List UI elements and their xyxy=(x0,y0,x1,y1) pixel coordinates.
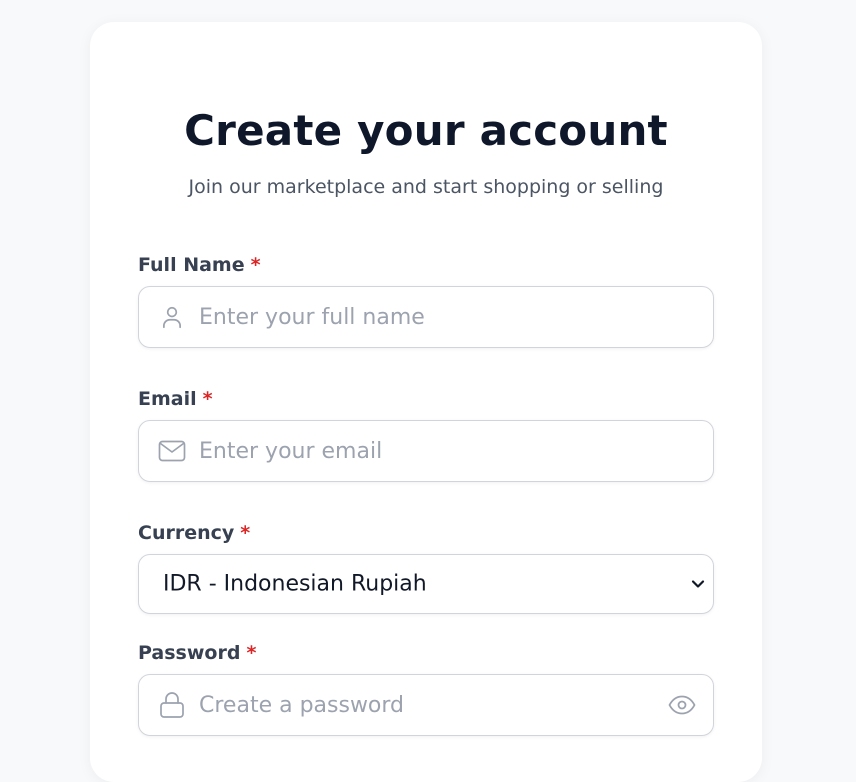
email-field[interactable] xyxy=(138,420,714,482)
currency-label: Currency * xyxy=(138,522,250,545)
full-name-input[interactable] xyxy=(199,287,679,347)
password-label-text: Password xyxy=(138,642,241,664)
full-name-field[interactable] xyxy=(138,286,714,348)
currency-label-text: Currency xyxy=(138,522,235,544)
email-label: Email * xyxy=(138,388,213,411)
required-marker: * xyxy=(250,254,261,276)
full-name-label-text: Full Name xyxy=(138,254,245,276)
currency-selected-value: IDR - Indonesian Rupiah xyxy=(163,571,427,597)
lock-icon xyxy=(157,690,187,720)
signup-card: Create your account Join our marketplace… xyxy=(90,22,762,782)
required-marker: * xyxy=(240,522,251,544)
required-marker: * xyxy=(202,388,213,410)
mail-icon xyxy=(157,436,187,466)
full-name-label: Full Name * xyxy=(138,254,261,277)
password-label: Password * xyxy=(138,642,256,665)
page-title: Create your account xyxy=(184,106,668,155)
email-input[interactable] xyxy=(199,421,679,481)
required-marker: * xyxy=(246,642,257,664)
eye-icon[interactable] xyxy=(667,690,697,720)
chevron-down-icon xyxy=(689,575,707,593)
password-input[interactable] xyxy=(199,675,679,735)
currency-select[interactable]: IDR - Indonesian Rupiah xyxy=(138,554,714,614)
password-field[interactable] xyxy=(138,674,714,736)
page-subtitle: Join our marketplace and start shopping … xyxy=(188,176,664,198)
email-label-text: Email xyxy=(138,388,197,410)
user-icon xyxy=(157,302,187,332)
